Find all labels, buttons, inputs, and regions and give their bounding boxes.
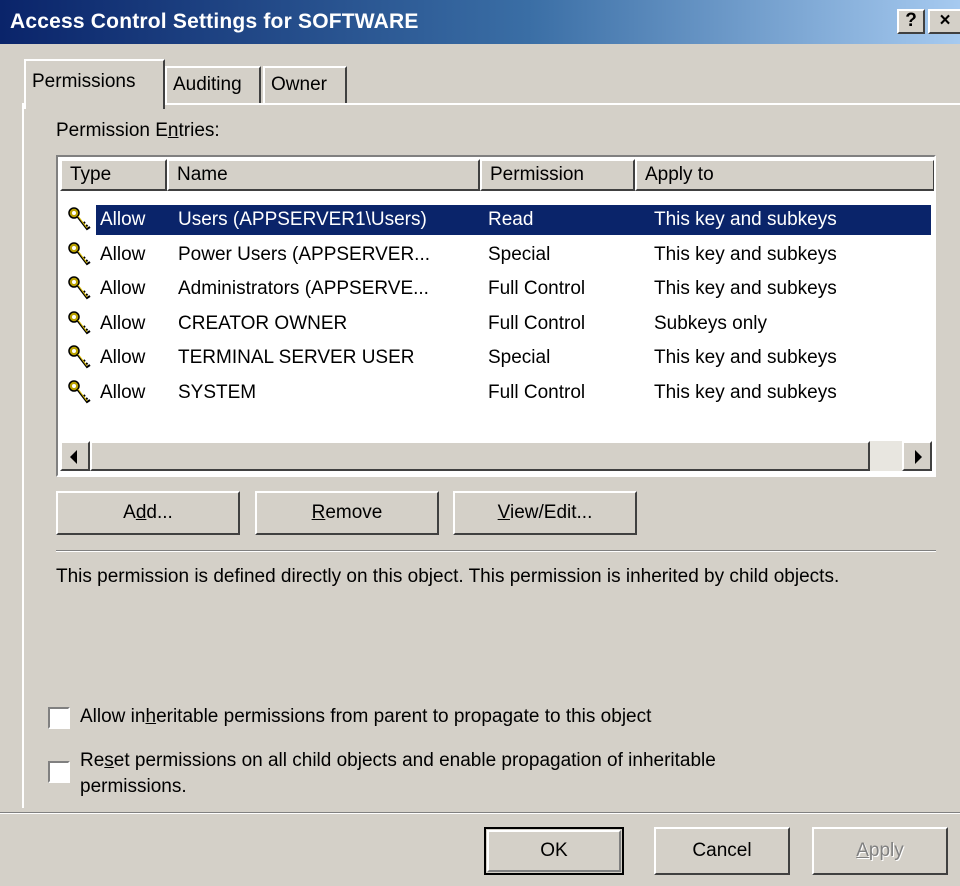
permission-description: This permission is defined directly on t… [56, 566, 840, 587]
column-header-name[interactable]: Name [167, 159, 480, 191]
cancel-button[interactable]: Cancel [654, 827, 790, 875]
horizontal-scrollbar[interactable] [60, 441, 932, 471]
key-icon [66, 344, 92, 372]
help-button[interactable]: ? [897, 9, 925, 34]
key-icon [66, 241, 92, 269]
scroll-right-button[interactable] [902, 441, 932, 471]
separator [56, 550, 936, 552]
remove-button[interactable]: Remove [255, 491, 439, 535]
tab-owner-label: Owner [271, 74, 327, 95]
cell-permission: Special [488, 243, 551, 265]
cell-permission: Read [488, 209, 534, 230]
cell-name: TERMINAL SERVER USER [178, 347, 415, 368]
cell-name: Administrators (APPSERVE... [178, 278, 429, 299]
inherit-permissions-checkbox[interactable] [48, 707, 70, 729]
table-row[interactable]: Allow Users (APPSERVER1\Users) Read This ke… [62, 203, 932, 237]
scroll-thumb[interactable] [90, 441, 870, 471]
cell-name: CREATOR OWNER [178, 312, 348, 334]
tab-auditing-label: Auditing [173, 74, 242, 95]
view-edit-button[interactable]: View/Edit... [453, 491, 637, 535]
tab-permissions-label: Permissions [32, 71, 136, 92]
reset-permissions-checkbox[interactable] [48, 761, 70, 783]
cell-name: Users (APPSERVER1\Users) [178, 209, 427, 230]
table-row[interactable]: Allow SYSTEM Full Control This key and subk… [62, 376, 932, 410]
column-header-type[interactable]: Type [60, 159, 167, 191]
title-bar[interactable]: Access Control Settings for SOFTWARE ? × [0, 0, 960, 44]
table-row[interactable]: Allow TERMINAL SERVER USER Special This key… [62, 341, 932, 375]
table-row[interactable]: Allow Administrators (APPSERVE... Full Con… [62, 272, 932, 306]
apply-button[interactable]: Apply [812, 827, 948, 875]
cell-permission: Full Control [488, 278, 586, 299]
column-header-permission[interactable]: Permission [480, 159, 635, 191]
cell-type: Allow [100, 243, 146, 265]
column-header-apply-to[interactable]: Apply to [635, 159, 934, 191]
cell-name: SYSTEM [178, 381, 257, 403]
cell-permission: Full Control [488, 381, 586, 403]
cell-name: Power Users (APPSERVER... [178, 243, 431, 265]
cell-apply-to: Subkeys only [654, 312, 768, 334]
permission-entries-label: Permission Entries: [56, 120, 220, 141]
cell-apply-to: This key and subkeys [654, 278, 837, 299]
cell-type: Allow [100, 278, 146, 299]
reset-permissions-label[interactable]: Reset permissions on all child objects a… [80, 748, 716, 800]
inherit-permissions-label[interactable]: Allow inheritable permissions from paren… [80, 706, 651, 728]
cell-type: Allow [100, 347, 146, 368]
table-row[interactable]: Allow Power Users (APPSERVER... Special Thi… [62, 238, 932, 272]
key-icon [66, 379, 92, 407]
tab-permissions[interactable]: Permissions [24, 59, 165, 109]
cell-permission: Special [488, 347, 551, 368]
arrow-right-icon [915, 450, 922, 464]
cell-permission: Full Control [488, 312, 586, 334]
cell-apply-to: This key and subkeys [654, 243, 837, 265]
access-control-dialog: Access Control Settings for SOFTWARE ? ×… [0, 0, 960, 886]
footer-divider [0, 812, 960, 814]
close-button[interactable]: × [928, 9, 960, 34]
cell-apply-to: This key and subkeys [654, 347, 837, 368]
window-title: Access Control Settings for SOFTWARE [10, 10, 419, 33]
cell-type: Allow [100, 381, 146, 403]
permission-entries-list[interactable]: Type Name Permission Apply to Allow Users… [56, 155, 936, 477]
scroll-left-button[interactable] [60, 441, 90, 471]
cell-type: Allow [100, 312, 146, 334]
key-icon [66, 206, 92, 234]
cell-apply-to: This key and subkeys [654, 381, 837, 403]
cell-apply-to: This key and subkeys [654, 209, 837, 230]
tab-auditing[interactable]: Auditing [165, 66, 261, 103]
add-button[interactable]: Add... [56, 491, 240, 535]
arrow-left-icon [70, 450, 77, 464]
cell-type: Allow [100, 209, 146, 230]
tab-owner[interactable]: Owner [263, 66, 347, 103]
table-row[interactable]: Allow CREATOR OWNER Full Control Subkeys on… [62, 307, 932, 341]
key-icon [66, 310, 92, 338]
key-icon [66, 275, 92, 303]
ok-button[interactable]: OK [484, 827, 624, 875]
